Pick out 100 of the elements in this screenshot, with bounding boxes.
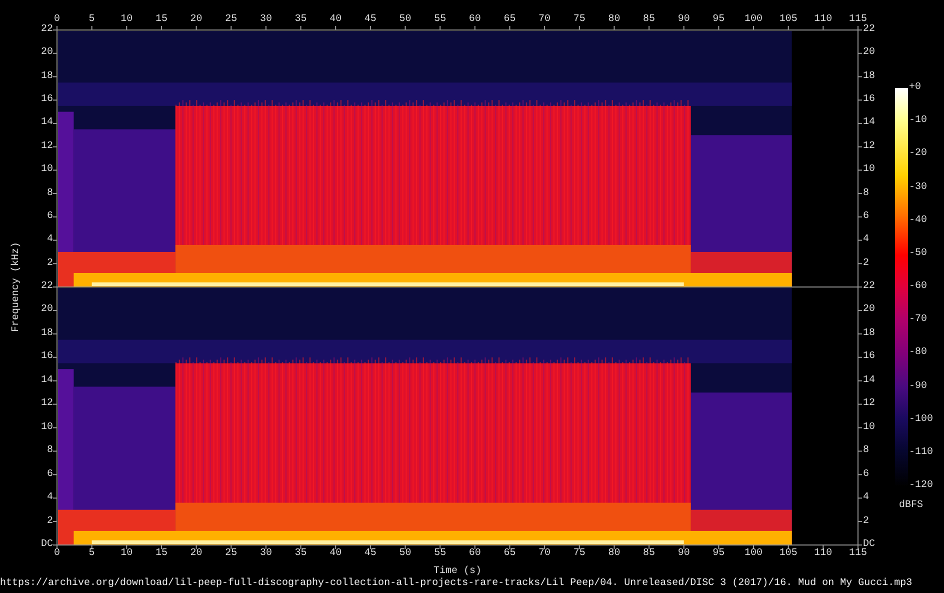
axis-tick-label: 18 xyxy=(40,328,53,340)
axis-tick-label: 22 xyxy=(863,281,876,293)
axis-tick-label: 70 xyxy=(538,548,551,560)
axis-tick-label: 80 xyxy=(608,14,620,26)
axis-tick-label: 55 xyxy=(434,548,446,560)
axis-tick-label: 6 xyxy=(46,468,53,481)
axis-tick-label: 10 xyxy=(120,548,133,560)
axis-tick-label: 14 xyxy=(40,117,53,130)
axis-tick-label: 90 xyxy=(678,548,690,560)
axis-tick-label: 5 xyxy=(88,548,95,560)
axis-tick-label: 115 xyxy=(849,14,867,25)
axis-tick-label: 30 xyxy=(260,548,272,560)
axis-tick-label: 20 xyxy=(190,548,202,560)
axis-tick-label: 70 xyxy=(538,14,551,26)
axis-tick-label: 8 xyxy=(863,188,870,200)
axis-tick-label: 10 xyxy=(120,14,133,26)
axis-tick-label: 55 xyxy=(434,14,446,26)
axis-tick-label: 30 xyxy=(260,14,272,26)
axis-tick-label: 20 xyxy=(190,14,202,26)
axis-tick-label: 90 xyxy=(678,14,690,26)
axis-title: Time (s) xyxy=(434,566,482,578)
axis-tick-label: 10 xyxy=(863,422,876,434)
colorbar-tick-label: -70 xyxy=(909,314,928,326)
axis-tick-label: 100 xyxy=(744,548,763,560)
axis-tick-label: 18 xyxy=(863,328,876,340)
axis-tick-label: 22 xyxy=(40,24,53,36)
axis-tick-label: 95 xyxy=(712,548,725,560)
axis-tick-label: 95 xyxy=(712,14,725,26)
axis-tick-label: 75 xyxy=(573,14,586,26)
axis-tick-label: 80 xyxy=(608,548,620,560)
axis-tick-label: 14 xyxy=(863,117,876,130)
axis-tick-label: 20 xyxy=(40,47,53,60)
axis-tick-label: 16 xyxy=(863,94,876,106)
colorbar-tick-label: -20 xyxy=(909,148,928,160)
colorbar-tick-label: -10 xyxy=(909,115,928,128)
axis-tick-label: 16 xyxy=(863,351,876,364)
axis-tick-label: 14 xyxy=(863,374,876,387)
axis-tick-label: 45 xyxy=(364,14,376,26)
axis-tick-label: 2 xyxy=(46,516,53,528)
axis-tick-label: 8 xyxy=(46,445,53,458)
axis-tick-label: 2 xyxy=(863,516,870,528)
file-path-caption: https://archive.org/download/lil-peep-full-discography-collection-all-projects-rare-tracks/Lil Peep/04. Unreleased/DISC 3 (2017)/16. Mud on My Gucci.mp3 xyxy=(0,578,912,590)
colorbar-tick-label: -60 xyxy=(909,281,928,293)
axis-tick-label: 0 xyxy=(54,14,60,26)
axis-tick-label: 75 xyxy=(573,548,586,560)
axis-tick-label: 16 xyxy=(40,94,53,106)
axis-tick-label: 12 xyxy=(40,140,53,153)
axis-tick-label: 25 xyxy=(225,14,238,26)
colorbar-tick-label: -80 xyxy=(909,347,928,360)
axis-tick-label: 4 xyxy=(863,234,870,246)
axis-tick-label: 0 xyxy=(54,548,60,560)
axis-tick-label: 45 xyxy=(364,548,376,560)
axis-tick-label: 85 xyxy=(643,548,656,560)
axis-tick-label: 6 xyxy=(46,210,53,223)
axis-tick-label: 110 xyxy=(814,14,832,26)
axis-tick-label: 50 xyxy=(399,14,412,26)
axis-tick-label: 4 xyxy=(46,492,53,504)
colorbar-tick-label: -40 xyxy=(909,214,928,227)
axis-tick-label: 100 xyxy=(744,14,763,26)
axis-tick-label: 105 xyxy=(779,14,798,26)
axis-tick-label: 110 xyxy=(814,548,832,560)
axis-tick-label: 115 xyxy=(849,548,867,560)
axis-tick-label: 20 xyxy=(863,304,876,316)
axis-tick-label: 5 xyxy=(88,14,95,26)
axis-tick-label: 40 xyxy=(330,14,342,26)
axis-tick-label: 12 xyxy=(863,140,876,153)
axis-tick-label: DC xyxy=(863,539,876,550)
colorbar-tick-label: +0 xyxy=(909,82,922,94)
axis-tick-label: 40 xyxy=(330,548,342,560)
axis-tick-label: 25 xyxy=(225,548,238,560)
axis-tick-label: 60 xyxy=(468,14,481,26)
colorbar-tick-label: -100 xyxy=(909,414,934,426)
axis-tick-label: 6 xyxy=(863,210,870,223)
axis-tick-label: 20 xyxy=(40,304,53,316)
axis-tick-label: 10 xyxy=(863,164,876,176)
axis-tick-label: 8 xyxy=(46,188,53,200)
axis-tick-label: 65 xyxy=(504,548,516,560)
colorbar-tick-label: -30 xyxy=(909,182,928,194)
axis-tick-label: 60 xyxy=(468,548,481,560)
axis-tick-label: 20 xyxy=(863,47,876,60)
axis-tick-label: 6 xyxy=(863,468,870,481)
axis-tick-label: 4 xyxy=(863,492,870,504)
axis-title: Frequency (kHz) xyxy=(11,242,23,332)
axis-tick-label: 35 xyxy=(294,14,307,26)
axis-tick-label: 35 xyxy=(294,548,307,560)
axis-tick-label: 15 xyxy=(155,14,168,26)
axis-tick-label: 14 xyxy=(40,374,53,387)
axis-tick-label: 4 xyxy=(46,234,53,246)
axis-tick-label: 10 xyxy=(40,422,53,434)
axis-tick-label: 12 xyxy=(40,398,53,410)
axis-tick-label: 105 xyxy=(779,548,798,560)
axis-tick-label: 2 xyxy=(863,258,870,270)
axis-tick-label: 50 xyxy=(399,548,412,560)
axis-tick-label: 16 xyxy=(40,351,53,364)
colorbar-tick-label: -120 xyxy=(909,480,934,492)
axis-tick-label: 15 xyxy=(155,548,168,560)
axis-tick-label: 65 xyxy=(504,14,516,26)
colorbar-tick-label: -110 xyxy=(909,446,934,459)
colorbar-unit-label: dBFS xyxy=(899,500,923,512)
axis-tick-label: DC xyxy=(40,539,53,551)
